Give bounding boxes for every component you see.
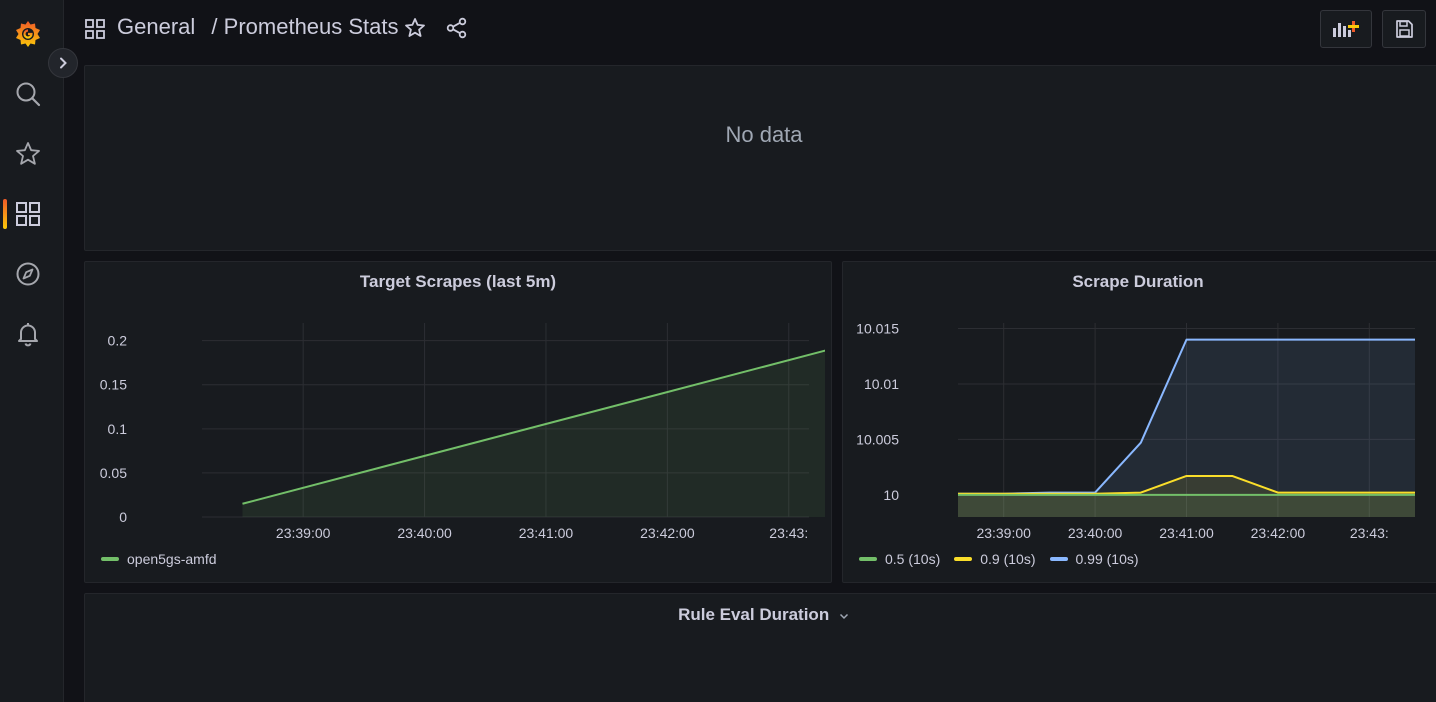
panel-target-scrapes[interactable]: Target Scrapes (last 5m) 0.2 0.15 0.1 0.05 0…: [84, 261, 832, 583]
add-panel-icon: [1333, 21, 1359, 37]
legend-item[interactable]: 0.9 (10s): [954, 551, 1036, 567]
x-tick-label: 23:39:00: [276, 525, 331, 541]
legend-item[interactable]: 0.99 (10s): [1049, 551, 1139, 567]
x-tick-label: 23:40:00: [1068, 525, 1123, 541]
legend-label: 0.5 (10s): [885, 551, 941, 567]
x-tick-label: 23:43:: [769, 525, 808, 541]
sidebar-toggle-button[interactable]: [48, 48, 78, 78]
no-data-message: No data: [725, 122, 803, 147]
x-tick-label: 23:43:: [1350, 525, 1389, 541]
y-tick-label: 0.15: [100, 377, 127, 393]
series-area: [242, 350, 825, 517]
legend-item[interactable]: 0.5 (10s): [859, 551, 940, 567]
breadcrumb-separator: /: [211, 14, 218, 39]
y-tick-label: 10.005: [856, 431, 899, 447]
panel-title[interactable]: Rule Eval Duration: [85, 605, 1436, 625]
y-tick-label: 0: [119, 509, 127, 525]
add-panel-button[interactable]: [1320, 10, 1372, 48]
legend-label: 0.99 (10s): [1075, 551, 1139, 567]
y-tick-label: 0.2: [108, 333, 128, 349]
chart-legend: open5gs-amfd: [101, 551, 231, 567]
panel-scrape-duration[interactable]: Scrape Duration 10.015 10.01 10.005 10 23:39…: [842, 261, 1436, 583]
save-icon: [1396, 20, 1413, 38]
legend-swatch: [1049, 557, 1068, 561]
y-tick-label: 10.015: [856, 321, 899, 337]
active-indicator: [3, 199, 7, 229]
x-tick-label: 23:42:00: [640, 525, 695, 541]
dashboards-icon[interactable]: [12, 198, 44, 230]
mark-favorite-star-icon[interactable]: [404, 17, 426, 44]
share-icon[interactable]: [446, 17, 468, 44]
search-icon[interactable]: [12, 78, 44, 110]
panel-title[interactable]: Target Scrapes (last 5m): [85, 272, 831, 292]
x-tick-label: 23:41:00: [519, 525, 574, 541]
panel-no-data[interactable]: No data: [84, 65, 1436, 251]
series-area: [958, 494, 1415, 517]
x-tick-label: 23:39:00: [976, 525, 1031, 541]
panel-title[interactable]: Scrape Duration: [843, 272, 1433, 292]
breadcrumb: General / Prometheus Stats: [117, 14, 399, 40]
scrape-duration-chart: 10.015 10.01 10.005 10 23:39:00 23:40:00 23:41…: [856, 321, 1415, 541]
legend-label: 0.9 (10s): [980, 551, 1036, 567]
breadcrumb-folder[interactable]: General: [117, 14, 195, 39]
target-scrapes-chart: 0.2 0.15 0.1 0.05 0 23:39:00 23:40:00 23:41:00 2…: [100, 323, 825, 541]
dashboard-grid-icon: [84, 18, 106, 45]
dashboard-title[interactable]: Prometheus Stats: [224, 14, 399, 39]
x-tick-label: 23:41:00: [1159, 525, 1214, 541]
chevron-down-icon: [839, 613, 848, 619]
panel-title-text: Rule Eval Duration: [678, 605, 830, 624]
legend-swatch: [859, 557, 877, 561]
chevron-right-icon: [60, 57, 67, 69]
legend-swatch: [954, 557, 973, 561]
starred-icon[interactable]: [12, 138, 44, 170]
y-tick-label: 0.1: [108, 421, 128, 437]
y-tick-label: 0.05: [100, 465, 127, 481]
x-tick-label: 23:42:00: [1251, 525, 1306, 541]
y-tick-label: 10.01: [864, 376, 899, 392]
grafana-logo-icon[interactable]: [12, 18, 44, 50]
chart-legend: 0.5 (10s) 0.9 (10s) 0.99 (10s): [859, 551, 1153, 567]
panel-rule-eval-duration[interactable]: Rule Eval Duration: [84, 593, 1436, 702]
sidebar-nav: [0, 0, 64, 702]
legend-swatch: [101, 557, 119, 561]
alerting-bell-icon[interactable]: [12, 318, 44, 350]
y-tick-label: 10: [883, 487, 899, 503]
dashboard-header: General / Prometheus Stats: [64, 0, 1436, 56]
explore-compass-icon[interactable]: [12, 258, 44, 290]
legend-label: open5gs-amfd: [127, 551, 217, 567]
save-dashboard-button[interactable]: [1382, 10, 1426, 48]
legend-item[interactable]: open5gs-amfd: [101, 551, 217, 567]
x-tick-label: 23:40:00: [397, 525, 452, 541]
